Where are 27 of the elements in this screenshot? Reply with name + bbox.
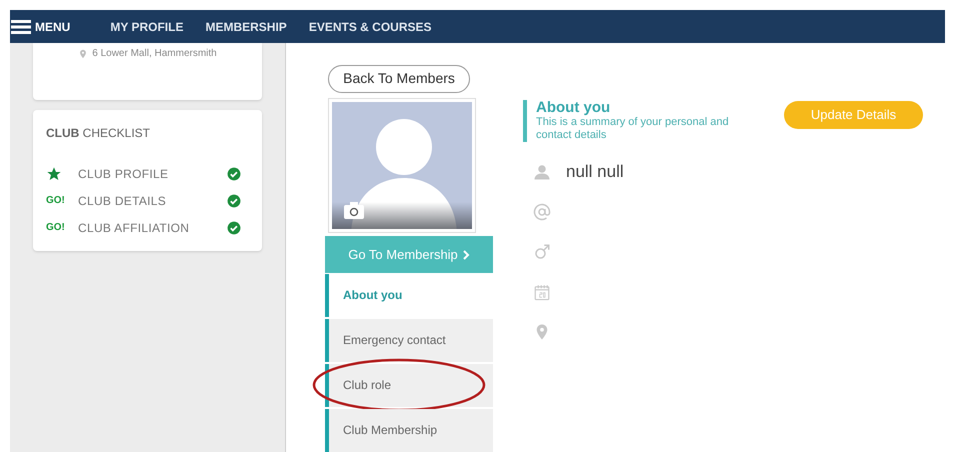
calendar-icon [533, 283, 551, 301]
male-symbol-icon [533, 243, 551, 261]
field-value: null null [566, 161, 624, 184]
menu-icon [11, 18, 31, 34]
menu-button[interactable]: MENU [10, 18, 110, 36]
location-pin-icon [78, 48, 88, 58]
section-tab[interactable]: Emergency contact [325, 318, 493, 362]
back-to-members-button[interactable]: Back To Members [328, 65, 470, 93]
section-subtitle: This is a summary of your personal and contact details [536, 116, 730, 142]
camera-icon[interactable] [344, 202, 364, 220]
nav-link[interactable]: MY PROFILE [110, 18, 184, 36]
section-tab[interactable]: Club Membership [325, 408, 493, 452]
checklist-item[interactable]: CLUB AFFILIATION [78, 218, 227, 236]
nav-link[interactable]: MEMBERSHIP [205, 18, 287, 36]
checklist-item[interactable]: CLUB DETAILS [78, 192, 227, 210]
checklist-title: CLUB CHECKLIST [46, 125, 152, 142]
at-sign-icon [533, 203, 551, 221]
person-icon [533, 163, 551, 181]
section-title: About you [536, 100, 612, 116]
checklist-item[interactable]: CLUB PROFILE [78, 164, 227, 182]
go-label: GO! [46, 221, 65, 235]
section-tab[interactable]: Club role [325, 364, 493, 407]
nav-link[interactable]: EVENTS & COURSES [308, 18, 432, 36]
chevron-right-icon [462, 250, 470, 260]
go-label: GO! [46, 194, 65, 208]
star-icon [46, 166, 62, 182]
club-address: 6 Lower Mall, Hammersmith [92, 47, 217, 61]
